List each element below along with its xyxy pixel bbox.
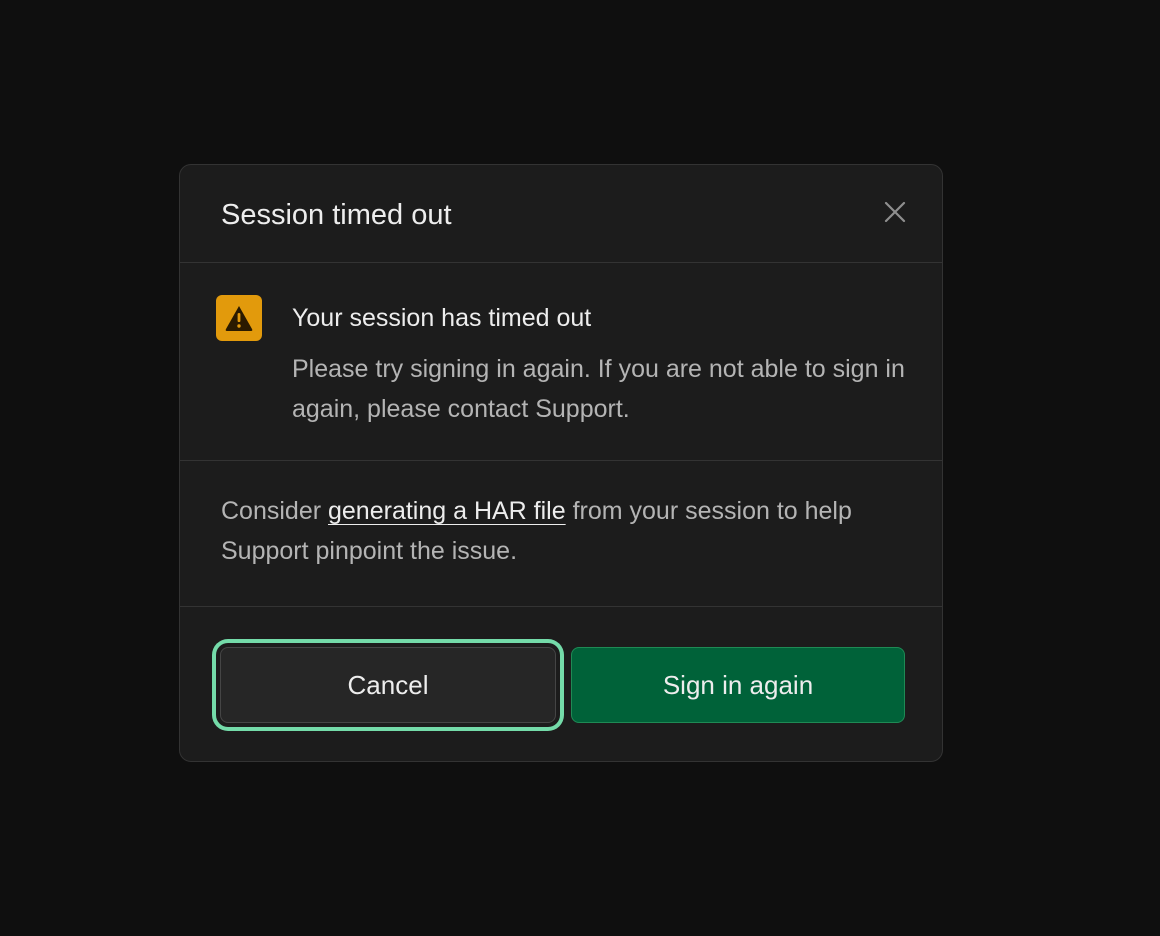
warning-triangle-icon (225, 306, 253, 331)
alert-title: Your session has timed out (292, 304, 592, 332)
dialog-title: Session timed out (221, 199, 452, 231)
sign-in-again-button[interactable]: Sign in again (571, 647, 905, 723)
dialog-header: Session timed out (180, 165, 942, 263)
har-info-text: Consider generating a HAR file from your… (221, 491, 911, 571)
close-icon (884, 201, 906, 223)
session-timeout-dialog: Session timed out Your session has timed… (179, 164, 943, 762)
har-file-link[interactable]: generating a HAR file (328, 497, 566, 525)
har-info: Consider generating a HAR file from your… (180, 461, 942, 607)
warning-badge (216, 295, 262, 341)
alert-description: Please try signing in again. If you are … (292, 355, 905, 423)
close-button[interactable] (880, 197, 910, 227)
cancel-button[interactable]: Cancel (220, 647, 556, 723)
timeout-alert: Your session has timed out Please try si… (180, 263, 942, 461)
dialog-footer: Cancel Sign in again (180, 607, 942, 763)
info-prefix: Consider (221, 497, 328, 525)
